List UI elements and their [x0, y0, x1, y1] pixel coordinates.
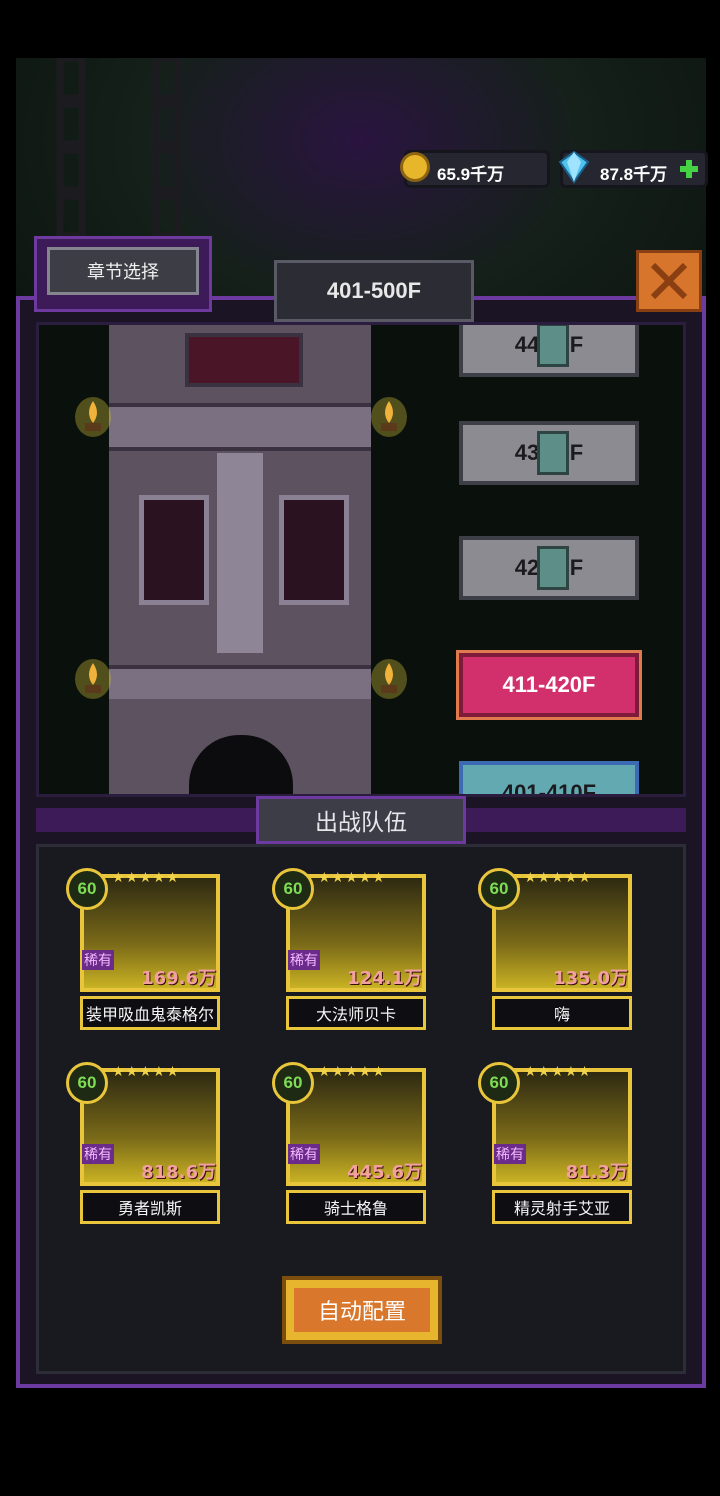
gold-coin-icon [400, 152, 430, 182]
floor-button-431-440[interactable]: 43 40F [459, 421, 639, 485]
hero-stars: ★★★★★ [524, 1064, 592, 1080]
floor-button-411-420[interactable]: 411-420F [459, 653, 639, 717]
torch-icon [75, 659, 111, 699]
hero-power: 445.6万 [347, 1162, 422, 1183]
hero-rarity: 稀有 [82, 950, 114, 970]
auto-config-label: 自动配置 [294, 1288, 430, 1332]
lock-icon [537, 325, 569, 367]
hero-rarity: 稀有 [494, 1144, 526, 1164]
hero-name: 精灵射手艾亚 [492, 1190, 632, 1224]
hero-stars: ★★★★★ [524, 870, 592, 886]
chapter-select-label: 章节选择 [47, 247, 199, 295]
hero-stars: ★★★★★ [112, 870, 180, 886]
hero-stars: ★★★★★ [318, 1064, 386, 1080]
hero-rarity: 稀有 [82, 1144, 114, 1164]
chain-right [152, 58, 182, 238]
auto-config-button[interactable]: 自动配置 [282, 1276, 442, 1344]
hero-name: 装甲吸血鬼泰格尔 [80, 996, 220, 1030]
hero-power: 81.3万 [565, 1162, 628, 1183]
hero-power: 135.0万 [553, 968, 628, 989]
hero-power: 169.6万 [141, 968, 216, 989]
hero-card[interactable]: 60 ★★★★★ 135.0万 嗨 [478, 868, 636, 1038]
hero-level: 60 [478, 868, 520, 910]
floor-button-441-450[interactable]: 44 50F [459, 325, 639, 377]
chain-left [56, 58, 86, 238]
diamond-value: 87.8千万 [600, 165, 668, 184]
chapter-select-button[interactable]: 章节选择 [34, 236, 212, 312]
hero-card[interactable]: 60 ★★★★★ 稀有 818.6万 勇者凯斯 [66, 1062, 224, 1232]
hero-power: 818.6万 [141, 1162, 216, 1183]
hero-card[interactable]: 60 ★★★★★ 稀有 81.3万 精灵射手艾亚 [478, 1062, 636, 1232]
game-screen: 65.9千万 87.8千万 44 50F 43 40F 42 30F 411-4… [0, 0, 720, 1496]
team-title: 出战队伍 [256, 796, 466, 844]
gold-value: 65.9千万 [437, 165, 505, 184]
hero-level: 60 [66, 1062, 108, 1104]
hero-card[interactable]: 60 ★★★★★ 稀有 445.6万 骑士格鲁 [272, 1062, 430, 1232]
torch-icon [371, 397, 407, 437]
hero-power: 124.1万 [347, 968, 422, 989]
hero-name: 大法师贝卡 [286, 996, 426, 1030]
tower-illustration [109, 325, 371, 794]
hero-level: 60 [478, 1062, 520, 1104]
floor-button-401-410[interactable]: 401-410F [459, 761, 639, 797]
torch-icon [75, 397, 111, 437]
lock-icon [537, 546, 569, 590]
hero-name: 嗨 [492, 996, 632, 1030]
floor-label: 411-420F [502, 672, 596, 697]
floor-button-421-430[interactable]: 42 30F [459, 536, 639, 600]
plus-icon[interactable] [678, 158, 700, 180]
hero-name: 骑士格鲁 [286, 1190, 426, 1224]
hero-rarity: 稀有 [288, 950, 320, 970]
torch-icon [371, 659, 407, 699]
floor-range-label: 401-500F [274, 260, 474, 322]
floor-label: 401-410F [501, 780, 597, 797]
hero-stars: ★★★★★ [112, 1064, 180, 1080]
hero-level: 60 [272, 868, 314, 910]
close-icon [650, 262, 688, 300]
blue-diamond-icon [558, 150, 590, 184]
hero-level: 60 [66, 868, 108, 910]
hero-card[interactable]: 60 ★★★★★ 稀有 169.6万 装甲吸血鬼泰格尔 [66, 868, 224, 1038]
lock-icon [537, 431, 569, 475]
hero-card[interactable]: 60 ★★★★★ 稀有 124.1万 大法师贝卡 [272, 868, 430, 1038]
hero-rarity: 稀有 [288, 1144, 320, 1164]
hero-stars: ★★★★★ [318, 870, 386, 886]
hero-level: 60 [272, 1062, 314, 1104]
hero-name: 勇者凯斯 [80, 1190, 220, 1224]
close-button[interactable] [636, 250, 702, 312]
tower-view: 44 50F 43 40F 42 30F 411-420F 401-410F [36, 322, 686, 797]
